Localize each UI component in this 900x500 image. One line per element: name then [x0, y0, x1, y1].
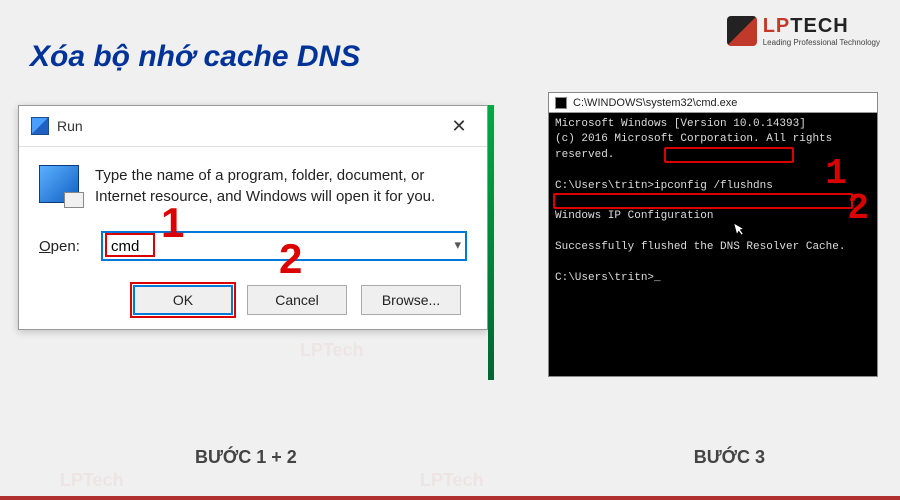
annotation-box-cmd-2	[553, 193, 853, 209]
step-label-3: BƯỚC 3	[694, 447, 765, 468]
open-label: Open:	[39, 238, 89, 255]
cmd-line-version: Microsoft Windows [Version 10.0.14393]	[555, 117, 871, 132]
run-title: Run	[57, 118, 83, 134]
chevron-down-icon[interactable]: ▾	[454, 237, 461, 253]
cmd-blank	[555, 163, 871, 178]
cancel-button[interactable]: Cancel	[247, 285, 347, 315]
brand-logo: LPTECH Leading Professional Technology	[727, 15, 880, 47]
step-label-1-2: BƯỚC 1 + 2	[195, 447, 297, 468]
run-dialog: Run ✕ Type the name of a program, folder…	[18, 105, 488, 330]
ok-button[interactable]: OK	[133, 285, 233, 315]
watermark: LPTech	[300, 340, 364, 361]
cmd-ipconfig-header: Windows IP Configuration	[555, 209, 871, 224]
close-button[interactable]: ✕	[443, 114, 475, 138]
cmd-window: C:\WINDOWS\system32\cmd.exe Microsoft Wi…	[548, 92, 878, 377]
run-titlebar: Run ✕	[19, 106, 487, 147]
cmd-title-path: C:\WINDOWS\system32\cmd.exe	[573, 97, 737, 109]
cmd-prompt-1: C:\Users\tritn>ipconfig /flushdns	[555, 179, 871, 194]
cmd-icon	[555, 97, 567, 109]
annotation-number-cmd-1: 1	[825, 153, 847, 194]
cmd-blank	[555, 225, 871, 240]
cmd-prompt-2: C:\Users\tritn>_	[555, 271, 871, 286]
annotation-number-cmd-2: 2	[847, 188, 869, 229]
annotation-number-1: 1	[161, 199, 184, 247]
logo-subtitle: Leading Professional Technology	[763, 38, 880, 47]
run-program-icon	[39, 165, 79, 203]
watermark: LPTech	[60, 470, 124, 491]
browse-button[interactable]: Browse...	[361, 285, 461, 315]
run-app-icon	[31, 117, 49, 135]
cmd-blank	[555, 256, 871, 271]
logo-text: LPTECH	[763, 15, 880, 38]
cmd-success: Successfully flushed the DNS Resolver Ca…	[555, 240, 871, 255]
cmd-body[interactable]: Microsoft Windows [Version 10.0.14393] (…	[549, 113, 877, 290]
annotation-number-2: 2	[279, 235, 302, 283]
run-description: Type the name of a program, folder, docu…	[95, 165, 467, 207]
cmd-titlebar: C:\WINDOWS\system32\cmd.exe	[549, 93, 877, 113]
annotation-box-cmd-1	[664, 147, 794, 163]
watermark: LPTech	[420, 470, 484, 491]
window-edge	[488, 105, 494, 380]
page-title: Xóa bộ nhớ cache DNS	[30, 40, 360, 74]
logo-icon	[727, 16, 757, 46]
